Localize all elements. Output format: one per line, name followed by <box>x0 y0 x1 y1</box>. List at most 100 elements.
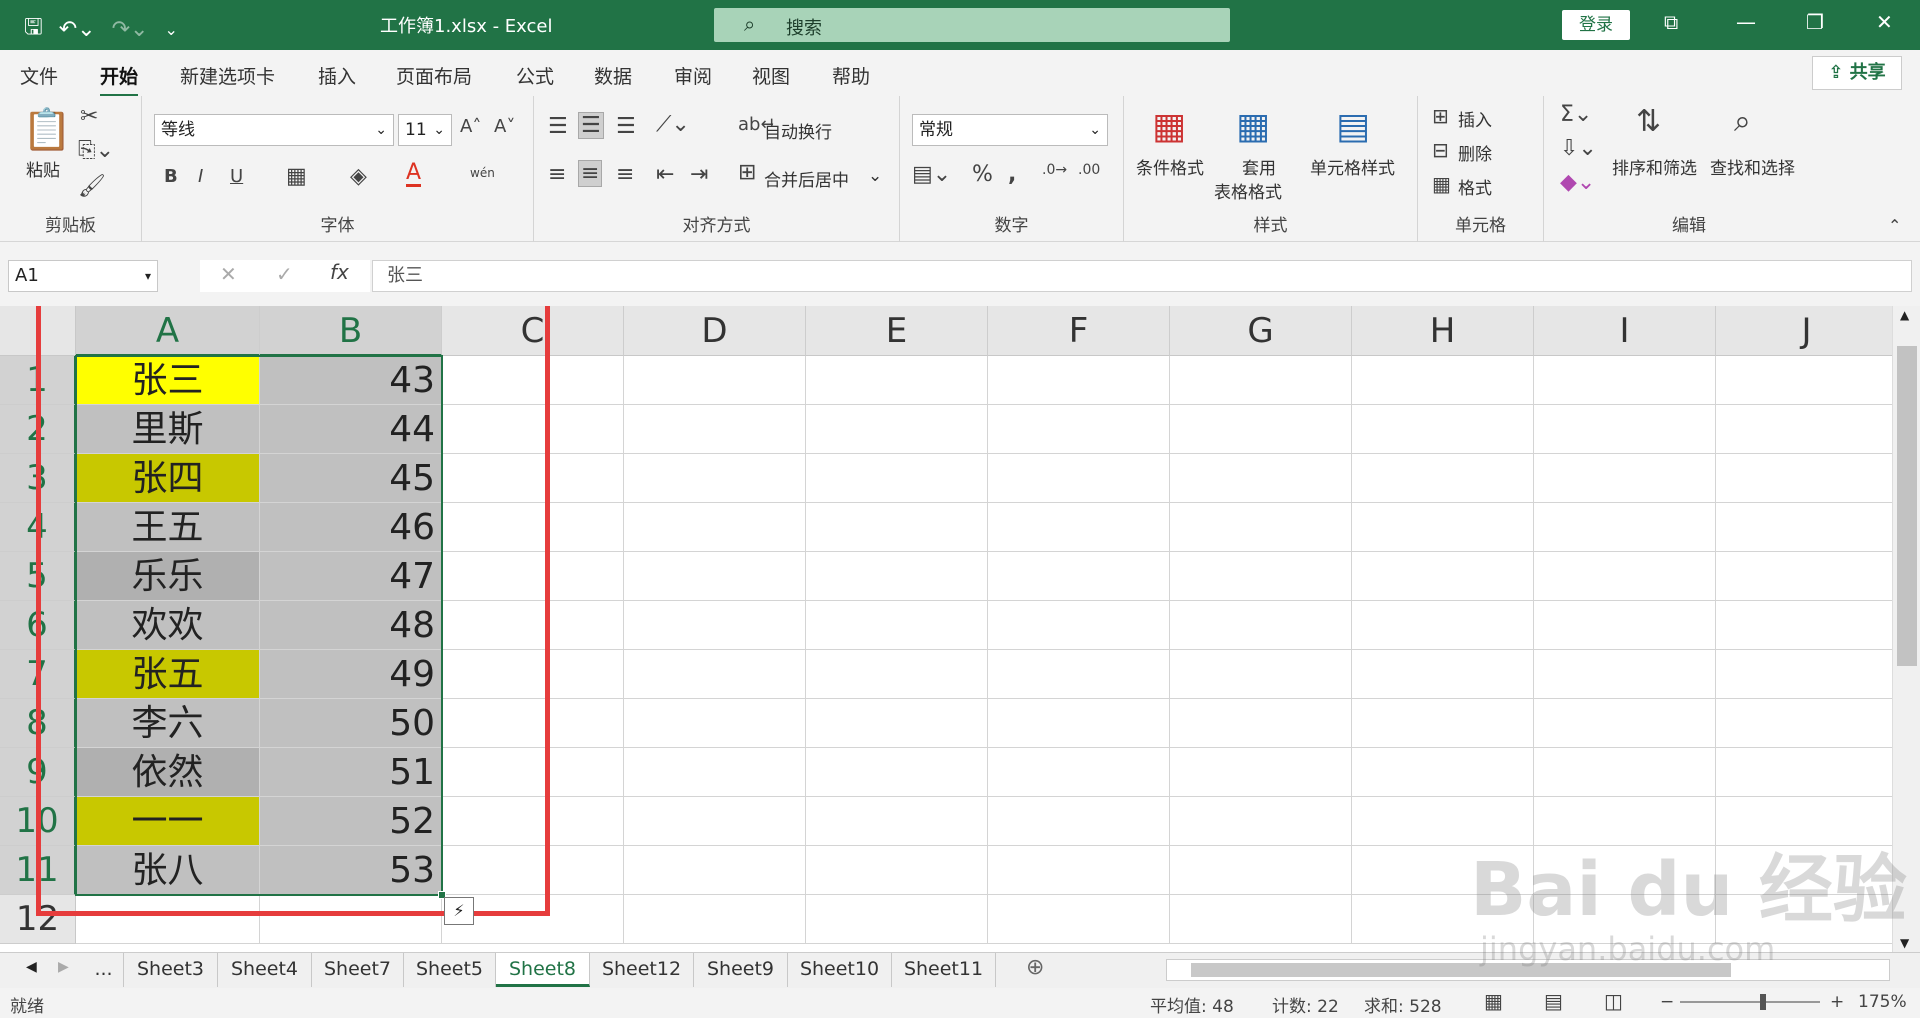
sheet-tab[interactable]: Sheet11 <box>892 953 996 987</box>
cell-b9[interactable]: 51 <box>260 748 442 797</box>
cell-e11[interactable] <box>806 846 988 895</box>
prev-sheet-icon[interactable]: ◀ <box>26 959 37 975</box>
row-header-4[interactable]: 4 <box>0 503 76 552</box>
align-middle-icon[interactable]: ☰ <box>578 112 604 139</box>
row-header-6[interactable]: 6 <box>0 601 76 650</box>
cell-i5[interactable] <box>1534 552 1716 601</box>
column-header-a[interactable]: A <box>76 306 260 356</box>
cell-f6[interactable] <box>988 601 1170 650</box>
cell-g12[interactable] <box>1170 895 1352 944</box>
formula-input[interactable]: 张三 <box>372 260 1912 292</box>
cell-j7[interactable] <box>1716 650 1892 699</box>
row-header-9[interactable]: 9 <box>0 748 76 797</box>
sort-filter-icon[interactable]: ⇅ <box>1636 104 1661 139</box>
row-header-7[interactable]: 7 <box>0 650 76 699</box>
cell-b10[interactable]: 52 <box>260 797 442 846</box>
page-layout-view-icon[interactable]: ▤ <box>1544 989 1563 1013</box>
cell-b5[interactable]: 47 <box>260 552 442 601</box>
cell-e5[interactable] <box>806 552 988 601</box>
select-all-corner[interactable] <box>0 306 76 356</box>
cell-f11[interactable] <box>988 846 1170 895</box>
name-box[interactable]: A1 ▾ <box>8 260 158 292</box>
row-header-2[interactable]: 2 <box>0 405 76 454</box>
cell-i2[interactable] <box>1534 405 1716 454</box>
tab-page-layout[interactable]: 页面布局 <box>396 62 472 89</box>
cell-e9[interactable] <box>806 748 988 797</box>
cell-c1[interactable] <box>442 356 624 405</box>
merge-center-label[interactable]: 合并后居中 <box>764 166 849 191</box>
quick-analysis-icon[interactable]: ⚡ <box>444 897 474 925</box>
zoom-slider[interactable] <box>1680 1001 1820 1003</box>
cell-f5[interactable] <box>988 552 1170 601</box>
cell-b7[interactable]: 49 <box>260 650 442 699</box>
cell-f12[interactable] <box>988 895 1170 944</box>
zoom-out-icon[interactable]: − <box>1660 992 1674 1012</box>
column-header-i[interactable]: I <box>1534 306 1716 356</box>
column-header-h[interactable]: H <box>1352 306 1534 356</box>
cell-a3[interactable]: 张四 <box>76 454 260 503</box>
cell-f3[interactable] <box>988 454 1170 503</box>
tab-file[interactable]: 文件 <box>20 62 58 89</box>
undo-icon[interactable]: ↶⌄ <box>59 17 96 42</box>
cell-j4[interactable] <box>1716 503 1892 552</box>
format-table-label-1[interactable]: 套用 <box>1242 154 1276 179</box>
border-icon[interactable]: ▦ <box>286 164 307 189</box>
cell-c4[interactable] <box>442 503 624 552</box>
cell-g9[interactable] <box>1170 748 1352 797</box>
cell-i8[interactable] <box>1534 699 1716 748</box>
cell-f1[interactable] <box>988 356 1170 405</box>
insert-cells-icon[interactable]: ⊞ <box>1432 104 1449 128</box>
cell-a8[interactable]: 李六 <box>76 699 260 748</box>
cell-a2[interactable]: 里斯 <box>76 405 260 454</box>
number-format-dropdown[interactable]: 常规 ⌄ <box>912 114 1108 146</box>
decrease-indent-icon[interactable]: ⇤ <box>656 162 674 187</box>
row-header-8[interactable]: 8 <box>0 699 76 748</box>
cell-d9[interactable] <box>624 748 806 797</box>
sheet-tab[interactable]: Sheet10 <box>788 953 892 987</box>
paste-icon[interactable]: 📋 <box>22 106 72 153</box>
cell-i1[interactable] <box>1534 356 1716 405</box>
cell-j6[interactable] <box>1716 601 1892 650</box>
font-name-dropdown[interactable]: 等线 ⌄ <box>154 114 394 146</box>
copy-icon[interactable]: ⎘⌄ <box>78 138 114 163</box>
column-header-c[interactable]: C <box>442 306 624 356</box>
format-table-icon[interactable]: ▦ <box>1236 106 1270 147</box>
cell-g7[interactable] <box>1170 650 1352 699</box>
next-sheet-icon[interactable]: ▶ <box>58 959 69 975</box>
cell-d5[interactable] <box>624 552 806 601</box>
cell-h5[interactable] <box>1352 552 1534 601</box>
cell-e3[interactable] <box>806 454 988 503</box>
cell-f9[interactable] <box>988 748 1170 797</box>
column-header-e[interactable]: E <box>806 306 988 356</box>
search-box[interactable]: ⌕ 搜索 <box>714 8 1230 42</box>
cell-e2[interactable] <box>806 405 988 454</box>
cell-i3[interactable] <box>1534 454 1716 503</box>
tab-insert[interactable]: 插入 <box>318 62 356 89</box>
cell-c9[interactable] <box>442 748 624 797</box>
tab-review[interactable]: 审阅 <box>674 62 712 89</box>
cell-j2[interactable] <box>1716 405 1892 454</box>
sheet-tab[interactable]: Sheet3 <box>124 953 218 987</box>
cell-h4[interactable] <box>1352 503 1534 552</box>
fill-icon[interactable]: ⇩⌄ <box>1560 136 1597 161</box>
cell-c7[interactable] <box>442 650 624 699</box>
align-right-icon[interactable]: ≡ <box>616 162 634 187</box>
vertical-scroll-thumb[interactable] <box>1897 346 1917 666</box>
clear-icon[interactable]: ◆⌄ <box>1560 170 1595 195</box>
sort-filter-label[interactable]: 排序和筛选 <box>1612 154 1697 179</box>
cell-h7[interactable] <box>1352 650 1534 699</box>
sheet-tab[interactable]: Sheet5 <box>404 953 496 987</box>
cell-h2[interactable] <box>1352 405 1534 454</box>
cell-c3[interactable] <box>442 454 624 503</box>
add-sheet-icon[interactable]: ⊕ <box>1026 955 1044 980</box>
cell-c11[interactable] <box>442 846 624 895</box>
cell-a7[interactable]: 张五 <box>76 650 260 699</box>
font-color-icon[interactable]: A <box>406 162 422 187</box>
decrease-font-icon[interactable]: A˅ <box>494 116 515 137</box>
cell-d4[interactable] <box>624 503 806 552</box>
format-cells-icon[interactable]: ▦ <box>1432 172 1451 196</box>
minimize-icon[interactable]: — <box>1736 10 1756 34</box>
cell-e8[interactable] <box>806 699 988 748</box>
zoom-level[interactable]: 175% <box>1858 992 1907 1012</box>
cell-b8[interactable]: 50 <box>260 699 442 748</box>
